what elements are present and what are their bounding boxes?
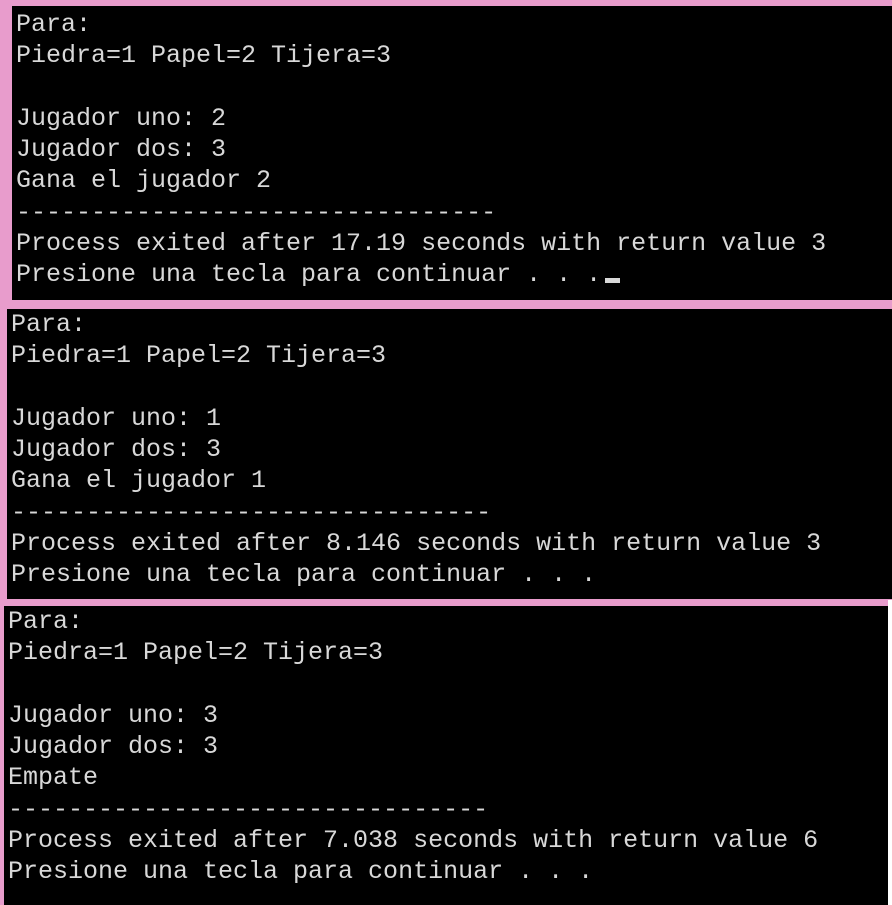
console-line: Gana el jugador 2 — [16, 166, 272, 196]
console-line: Presione una tecla para continuar . . . — [11, 560, 597, 590]
console-output-run-2: Para: Piedra=1 Papel=2 Tijera=3 Jugador un… — [7, 309, 892, 599]
console-line: Para: — [11, 310, 87, 339]
console-line: Jugador dos: 3 — [11, 435, 222, 465]
console-line: Jugador uno: 2 — [16, 103, 227, 133]
console-line: Jugador uno: 1 — [11, 403, 222, 433]
console-line: Presione una tecla para continuar . . . — [16, 259, 892, 290]
console-line: Piedra=1 Papel=2 Tijera=3 — [8, 638, 384, 668]
console-line: Jugador uno: 3 — [8, 700, 219, 730]
console-line: Jugador dos: 3 — [8, 732, 219, 762]
console-line: Empate — [8, 763, 99, 793]
console-line: Jugador dos: 3 — [16, 135, 227, 165]
console-output-run-3: Para: Piedra=1 Papel=2 Tijera=3 Jugador un… — [4, 606, 888, 905]
console-line: Presione una tecla para continuar . . . — [8, 857, 594, 887]
console-line: -------------------------------- — [8, 794, 489, 824]
console-line: Piedra=1 Papel=2 Tijera=3 — [16, 41, 392, 71]
console-line: Para: — [8, 607, 84, 636]
console-line: Gana el jugador 1 — [11, 466, 267, 496]
console-line: Process exited after 7.038 seconds with … — [8, 826, 819, 856]
edge-strip — [888, 600, 892, 905]
console-line: Process exited after 8.146 seconds with … — [11, 529, 822, 559]
console-output-run-1: Para: Piedra=1 Papel=2 Tijera=3 Jugador un… — [12, 6, 892, 300]
console-line: -------------------------------- — [16, 197, 497, 227]
console-line: Process exited after 17.19 seconds with … — [16, 229, 827, 259]
console-line: Para: — [16, 10, 92, 39]
console-line: -------------------------------- — [11, 497, 492, 527]
text-cursor — [605, 278, 621, 284]
console-line: Piedra=1 Papel=2 Tijera=3 — [11, 341, 387, 371]
